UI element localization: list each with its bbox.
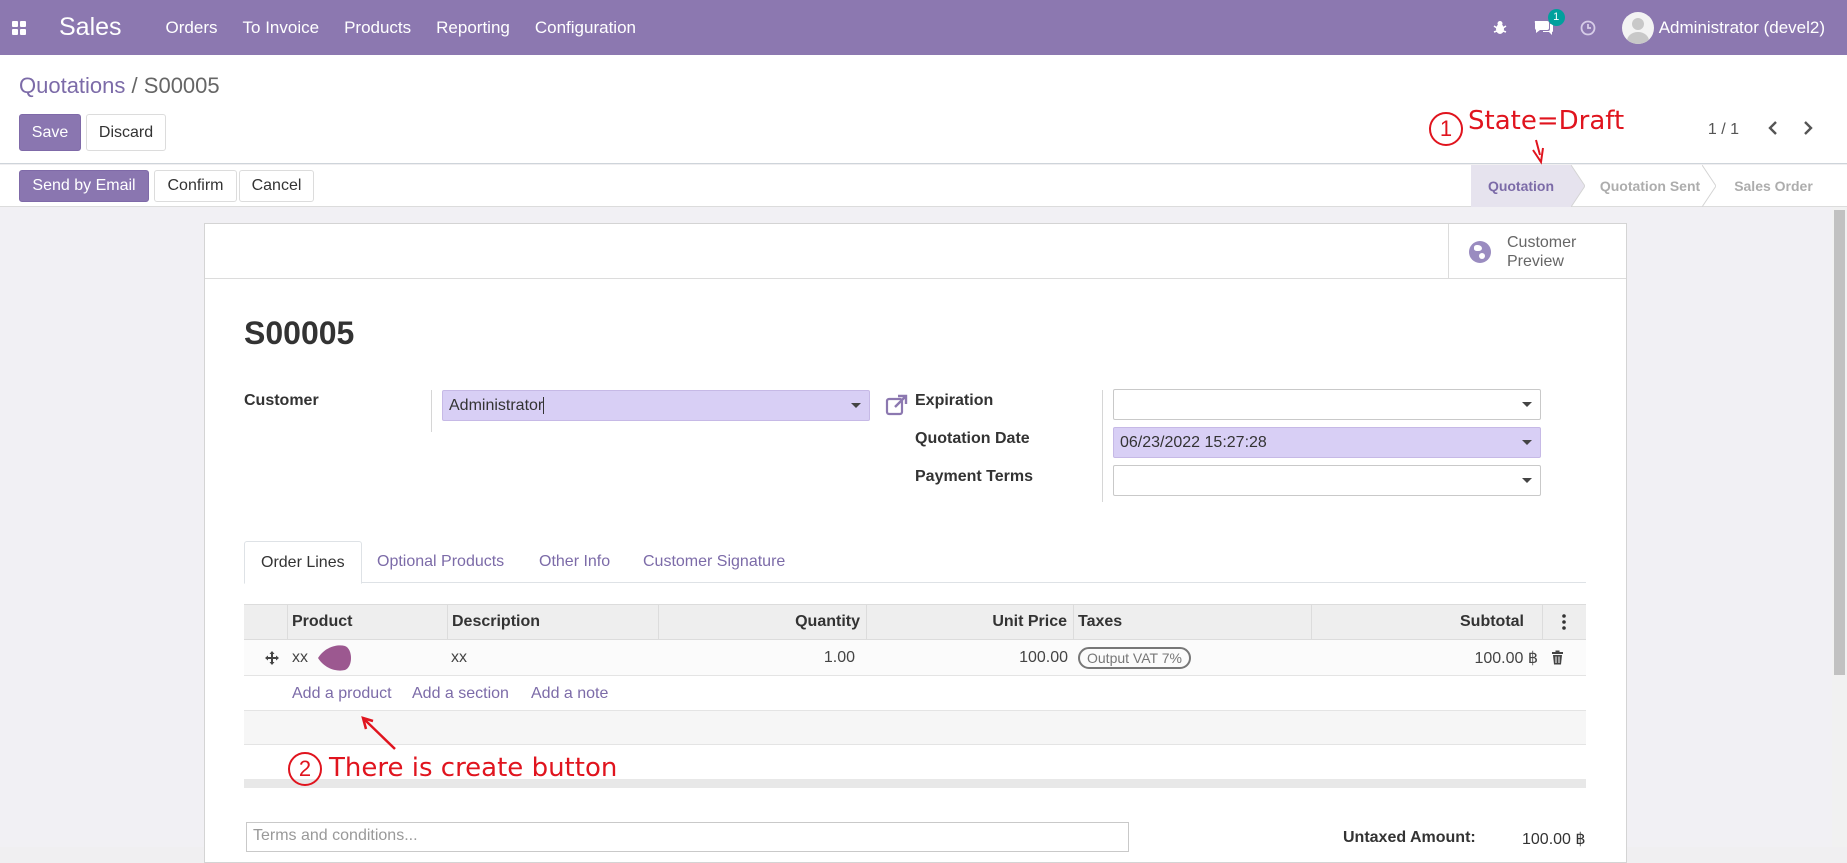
terms-and-conditions-field[interactable]: Terms and conditions... [246, 822, 1129, 852]
menu-reporting[interactable]: Reporting [436, 18, 510, 38]
customer-field[interactable]: Administrator [442, 390, 870, 421]
annotation-text-create-button: There is create button [329, 753, 618, 783]
tab-order-lines[interactable]: Order Lines [244, 541, 362, 584]
order-lines-header: Product Description Quantity Unit Price … [244, 604, 1586, 640]
customer-label: Customer [244, 392, 319, 409]
pager-value[interactable]: 1 / 1 [1708, 121, 1739, 139]
add-a-note-link[interactable]: Add a note [531, 685, 608, 703]
payment-terms-field[interactable] [1113, 465, 1541, 496]
apps-menu-icon[interactable] [0, 0, 38, 55]
discard-button[interactable]: Discard [86, 114, 166, 151]
customer-preview-label-line2: Preview [1507, 252, 1564, 270]
column-header-quantity[interactable]: Quantity [658, 605, 860, 639]
customer-preview-label-line1: Customer [1507, 233, 1577, 251]
smart-button-box: Customer Preview [205, 224, 1626, 279]
notebook-tabs: Order Lines Optional Products Other Info… [244, 541, 1586, 584]
field-separator [431, 390, 432, 432]
stage-quotation[interactable]: Quotation [1471, 165, 1571, 207]
messaging-chat-icon[interactable]: 1 [1534, 9, 1565, 36]
debug-bug-icon[interactable] [1492, 20, 1508, 36]
menu-products[interactable]: Products [344, 18, 411, 38]
confirm-button[interactable]: Confirm [154, 170, 237, 202]
column-separator [447, 605, 448, 639]
breadcrumb-separator: / [131, 73, 138, 98]
row-unit-price[interactable]: 100.00 [866, 640, 1068, 675]
optional-columns-kebab-icon[interactable] [1562, 605, 1566, 639]
annotation-number-1: 1 [1429, 112, 1463, 146]
empty-table-row [244, 711, 1586, 745]
payment-terms-dropdown-caret-icon[interactable] [1522, 478, 1532, 483]
row-taxes-cell: Output VAT 7% [1078, 640, 1191, 675]
column-header-unit-price[interactable]: Unit Price [866, 605, 1067, 639]
menu-to-invoice[interactable]: To Invoice [243, 18, 320, 38]
globe-icon [1469, 240, 1491, 263]
stage-sales-order[interactable]: Sales Order [1716, 165, 1831, 207]
user-avatar[interactable] [1621, 11, 1654, 44]
add-a-product-link[interactable]: Add a product [292, 685, 392, 703]
column-separator [287, 605, 288, 639]
tab-customer-signature[interactable]: Customer Signature [627, 541, 801, 583]
tax-badge[interactable]: Output VAT 7% [1078, 646, 1191, 669]
record-title: S00005 [244, 315, 355, 351]
stage-arrow-separator [1702, 165, 1716, 207]
customer-preview-button[interactable]: Customer Preview [1448, 224, 1626, 279]
message-count-badge: 1 [1547, 9, 1565, 26]
menu-configuration[interactable]: Configuration [535, 18, 636, 38]
breadcrumb-quotations-link[interactable]: Quotations [19, 73, 125, 98]
annotation-text-state-draft: State=Draft [1468, 106, 1625, 136]
activity-clock-icon[interactable] [1580, 20, 1596, 36]
quotation-date-field-value: 06/23/2022 15:27:28 [1120, 433, 1267, 451]
untaxed-amount-value: 100.00 ฿ [1522, 831, 1586, 848]
add-a-section-link[interactable]: Add a section [412, 685, 509, 703]
product-image-drop [315, 640, 355, 675]
field-separator [1102, 390, 1103, 502]
payment-terms-label: Payment Terms [915, 468, 1033, 485]
menu-orders[interactable]: Orders [166, 18, 218, 38]
column-separator [1542, 605, 1543, 639]
vertical-scrollbar[interactable] [1832, 207, 1847, 847]
external-link-icon[interactable] [885, 393, 909, 417]
column-separator [1073, 605, 1074, 639]
top-navbar: Sales Orders To Invoice Products Reporti… [0, 0, 1847, 55]
tab-optional-products[interactable]: Optional Products [361, 541, 520, 583]
delete-row-trash-icon[interactable] [1551, 640, 1564, 675]
quotation-date-field[interactable]: 06/23/2022 15:27:28 [1113, 427, 1541, 458]
drag-handle-icon[interactable] [264, 640, 280, 675]
row-product[interactable]: xx [292, 640, 308, 675]
pager-next-icon[interactable] [1801, 117, 1815, 145]
user-menu-name[interactable]: Administrator (devel2) [1659, 18, 1825, 38]
cancel-button[interactable]: Cancel [239, 170, 314, 202]
column-header-description[interactable]: Description [452, 605, 540, 639]
untaxed-amount-label: Untaxed Amount: [1343, 829, 1476, 846]
row-quantity[interactable]: 1.00 [658, 640, 855, 675]
row-description[interactable]: xx [451, 640, 467, 675]
expiration-dropdown-caret-icon[interactable] [1522, 402, 1532, 407]
app-name[interactable]: Sales [59, 13, 122, 42]
quotation-date-label: Quotation Date [915, 430, 1030, 447]
row-subtotal: 100.00 ฿ [1474, 649, 1538, 667]
save-button[interactable]: Save [19, 114, 81, 151]
tab-other-info[interactable]: Other Info [523, 541, 626, 583]
quotation-date-dropdown-caret-icon[interactable] [1522, 440, 1532, 445]
send-by-email-button[interactable]: Send by Email [19, 170, 149, 202]
breadcrumb: Quotations / S00005 [19, 73, 220, 99]
expiration-label: Expiration [915, 392, 994, 409]
pager-previous-icon[interactable] [1766, 117, 1780, 145]
column-header-subtotal[interactable]: Subtotal [1311, 605, 1524, 639]
stage-arrow-separator [1571, 165, 1585, 207]
customer-field-value: Administrator [449, 396, 544, 414]
add-line-row: Add a product Add a section Add a note [244, 676, 1586, 711]
breadcrumb-current: S00005 [143, 73, 220, 98]
status-bar: Send by Email Confirm Cancel Quotation Q… [0, 165, 1847, 207]
stage-quotation-sent[interactable]: Quotation Sent [1585, 165, 1715, 207]
column-header-product[interactable]: Product [292, 605, 352, 639]
table-row[interactable]: xx xx 1.00 100.00 Output VAT 7% 100.00 ฿ [244, 640, 1586, 676]
customer-dropdown-caret-icon[interactable] [851, 403, 861, 408]
column-header-taxes[interactable]: Taxes [1078, 605, 1122, 639]
expiration-field[interactable] [1113, 389, 1541, 420]
annotation-number-2: 2 [288, 752, 322, 786]
scrollbar-thumb[interactable] [1834, 210, 1845, 675]
